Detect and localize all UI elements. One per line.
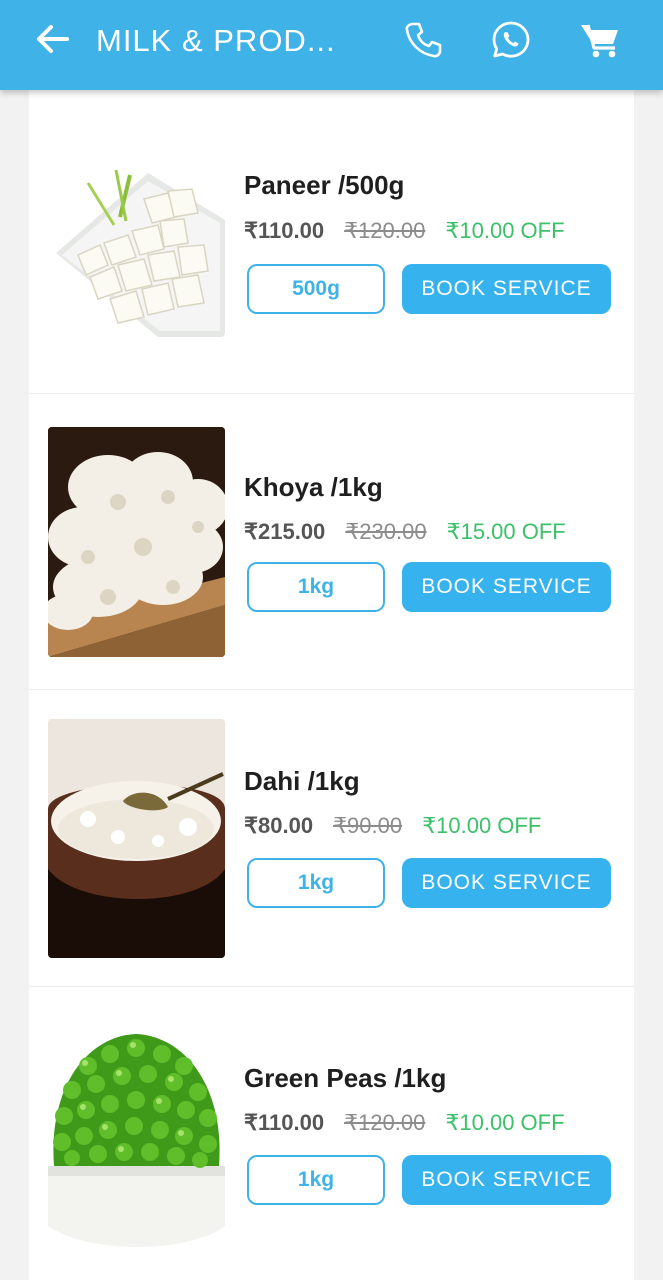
product-list[interactable]: Paneer /500g ₹110.00 ₹120.00 ₹10.00 OFF …: [29, 90, 634, 1280]
arrow-left-icon: [37, 25, 69, 53]
sale-price: ₹110.00: [244, 218, 325, 243]
original-price: ₹120.00: [344, 218, 426, 243]
original-price: ₹120.00: [344, 1110, 426, 1135]
product-name: Khoya /1kg: [244, 472, 383, 502]
price-row: ₹110.00 ₹120.00 ₹10.00 OFF: [244, 1110, 565, 1136]
variant-selector[interactable]: 1kg: [247, 1155, 385, 1205]
discount-label: ₹10.00 OFF: [445, 218, 565, 243]
product-card-dahi: Dahi /1kg ₹80.00 ₹90.00 ₹10.00 OFF 1kg B…: [29, 689, 634, 987]
product-image-dahi: [48, 719, 225, 958]
sale-price: ₹215.00: [244, 519, 326, 544]
book-service-button[interactable]: BOOK SERVICE: [402, 264, 611, 314]
call-button[interactable]: [399, 16, 447, 64]
price-row: ₹80.00 ₹90.00 ₹10.00 OFF: [244, 813, 541, 839]
top-app-bar: MILK & PROD...: [0, 0, 663, 90]
product-image-green-peas: [48, 1026, 225, 1254]
back-button[interactable]: [24, 17, 80, 61]
price-row: ₹110.00 ₹120.00 ₹10.00 OFF: [244, 218, 565, 244]
app-screen: MILK & PROD... Paneer /500g ₹110.00 ₹120…: [0, 0, 663, 1280]
cart-icon: [581, 24, 618, 58]
discount-label: ₹10.00 OFF: [445, 1110, 565, 1135]
page-title: MILK & PROD...: [96, 23, 336, 58]
product-image-paneer: [48, 165, 225, 337]
discount-label: ₹15.00 OFF: [446, 519, 566, 544]
cart-button[interactable]: [576, 16, 624, 64]
book-service-button[interactable]: BOOK SERVICE: [402, 562, 611, 612]
book-service-button[interactable]: BOOK SERVICE: [402, 858, 611, 908]
whatsapp-button[interactable]: [487, 16, 535, 64]
product-name: Dahi /1kg: [244, 766, 360, 796]
original-price: ₹90.00: [333, 813, 403, 838]
sale-price: ₹80.00: [244, 813, 314, 838]
phone-icon: [405, 22, 442, 58]
variant-selector[interactable]: 1kg: [247, 858, 385, 908]
product-image-khoya: [48, 427, 225, 657]
book-service-button[interactable]: BOOK SERVICE: [402, 1155, 611, 1205]
product-name: Green Peas /1kg: [244, 1063, 447, 1093]
whatsapp-icon: [492, 21, 530, 58]
discount-label: ₹10.00 OFF: [422, 813, 542, 838]
original-price: ₹230.00: [345, 519, 427, 544]
product-card-green-peas: Green Peas /1kg ₹110.00 ₹120.00 ₹10.00 O…: [29, 986, 634, 1280]
product-card-khoya: Khoya /1kg ₹215.00 ₹230.00 ₹15.00 OFF 1k…: [29, 393, 634, 690]
price-row: ₹215.00 ₹230.00 ₹15.00 OFF: [244, 519, 566, 545]
variant-selector[interactable]: 1kg: [247, 562, 385, 612]
variant-selector[interactable]: 500g: [247, 264, 385, 314]
product-card-paneer: Paneer /500g ₹110.00 ₹120.00 ₹10.00 OFF …: [29, 90, 634, 394]
sale-price: ₹110.00: [244, 1110, 325, 1135]
product-name: Paneer /500g: [244, 170, 405, 200]
